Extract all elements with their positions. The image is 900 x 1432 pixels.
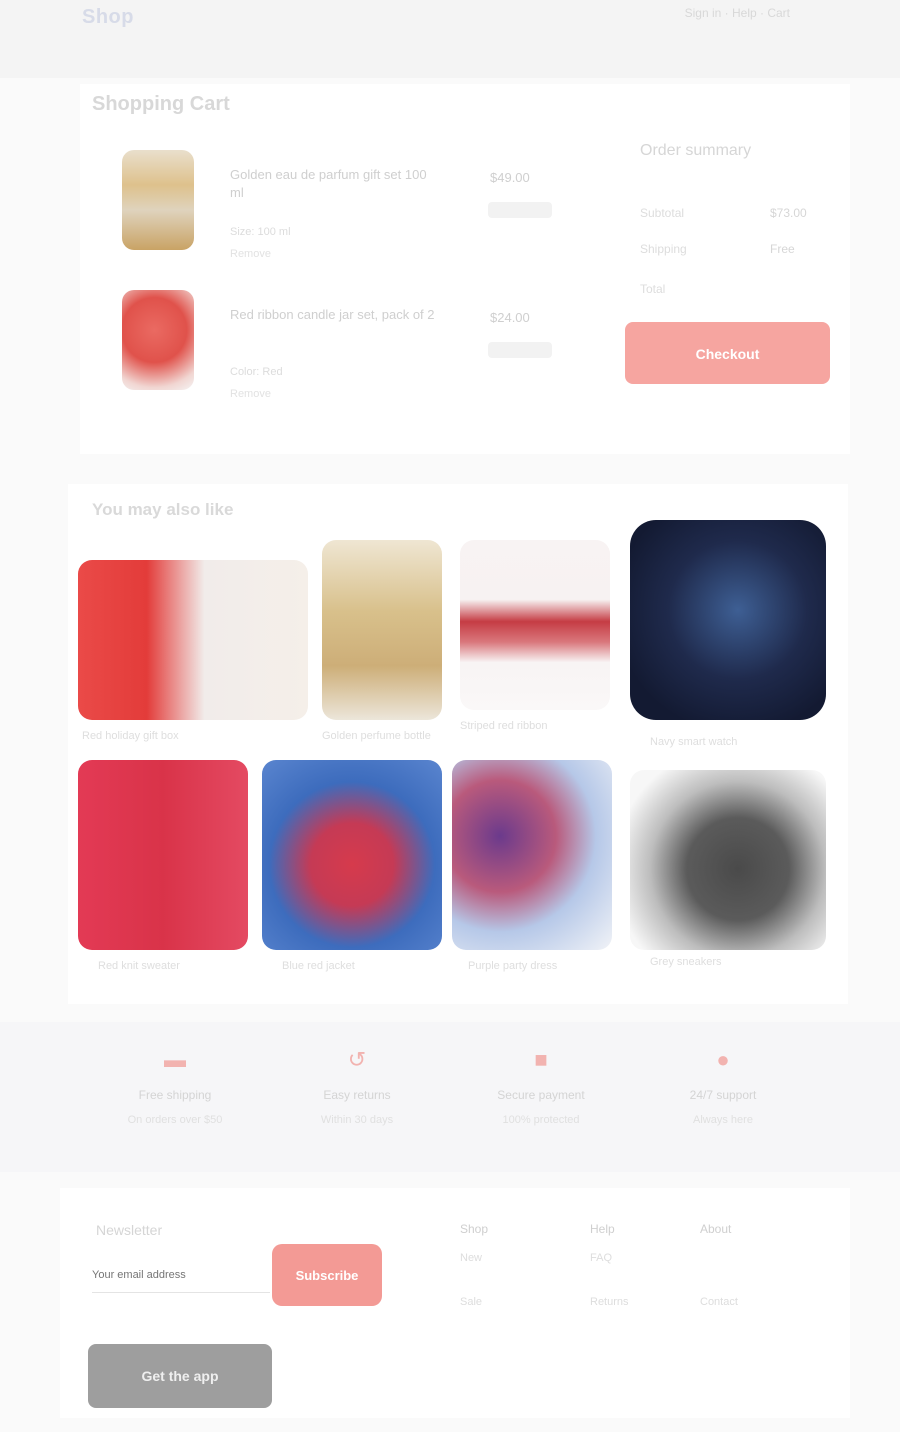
footer-column-title: Help <box>590 1222 615 1236</box>
feature-title: Secure payment <box>497 1088 585 1102</box>
cart-title: Shopping Cart <box>92 93 230 115</box>
subtotal-value: $73.00 <box>770 206 807 220</box>
newsletter-title: Newsletter <box>96 1222 163 1238</box>
product-card[interactable]: Blue red jacket <box>262 760 442 972</box>
feature-shipping: ▬ Free shipping On orders over $50 <box>110 1040 240 1150</box>
product-image[interactable] <box>78 560 308 720</box>
product-name[interactable]: Red knit sweater <box>98 960 180 972</box>
product-card[interactable]: Grey sneakers <box>630 770 826 968</box>
app-store-badge[interactable]: Get the app <box>88 1344 272 1408</box>
product-image[interactable] <box>460 540 610 710</box>
newsletter-email-input[interactable] <box>92 1258 270 1293</box>
product-card[interactable]: Striped red ribbon <box>460 540 610 732</box>
cart-item-name[interactable]: Golden eau de parfum gift set 100 ml <box>230 166 440 202</box>
product-card[interactable]: Red holiday gift box <box>78 560 308 742</box>
product-image[interactable] <box>452 760 612 950</box>
product-thumbnail[interactable] <box>122 290 194 390</box>
truck-icon: ▬ <box>164 1047 186 1072</box>
cart-item: Red ribbon candle jar set, pack of 2 Col… <box>110 280 560 410</box>
product-image[interactable] <box>262 760 442 950</box>
checkout-button[interactable]: Checkout <box>625 322 830 384</box>
total-label: Total <box>640 282 666 296</box>
product-image[interactable] <box>78 760 248 950</box>
shipping-label: Shipping <box>640 242 687 256</box>
header-links[interactable]: Sign in · Help · Cart <box>685 6 790 20</box>
cart-item: Golden eau de parfum gift set 100 ml Siz… <box>110 140 560 270</box>
quantity-stepper[interactable] <box>488 342 552 358</box>
return-icon: ↺ <box>347 1047 367 1072</box>
feature-secure: ■ Secure payment 100% protected <box>476 1040 606 1150</box>
feature-title: 24/7 support <box>689 1088 757 1102</box>
remove-item-link[interactable]: Remove <box>230 248 271 260</box>
product-name[interactable]: Grey sneakers <box>650 956 722 968</box>
shipping-value: Free <box>770 242 795 256</box>
feature-subtitle: 100% protected <box>502 1114 580 1126</box>
subscribe-button[interactable]: Subscribe <box>272 1244 382 1306</box>
feature-subtitle: Always here <box>693 1114 753 1126</box>
feature-support: ● 24/7 support Always here <box>658 1040 788 1150</box>
footer-column-title: About <box>700 1222 732 1236</box>
feature-subtitle: On orders over $50 <box>127 1114 223 1126</box>
footer-link[interactable]: Contact <box>700 1296 738 1308</box>
footer-column-title: Shop <box>460 1222 489 1236</box>
product-name[interactable]: Navy smart watch <box>650 736 737 748</box>
footer-link[interactable]: Returns <box>590 1296 629 1308</box>
feature-title: Free shipping <box>138 1088 212 1102</box>
product-card[interactable]: Navy smart watch <box>630 520 826 748</box>
product-name[interactable]: Purple party dress <box>468 960 557 972</box>
product-card[interactable]: Red knit sweater <box>78 760 248 972</box>
logo[interactable]: Shop <box>82 6 134 29</box>
recommendations-title: You may also like <box>92 500 234 519</box>
feature-subtitle: Within 30 days <box>320 1114 394 1126</box>
feature-title: Easy returns <box>323 1088 391 1102</box>
product-name[interactable]: Blue red jacket <box>282 960 355 972</box>
product-card[interactable]: Golden perfume bottle <box>322 540 442 742</box>
order-summary-title: Order summary <box>640 142 752 159</box>
product-image[interactable] <box>322 540 442 720</box>
footer-link[interactable]: Sale <box>460 1296 482 1308</box>
feature-returns: ↺ Easy returns Within 30 days <box>292 1040 422 1150</box>
quantity-stepper[interactable] <box>488 202 552 218</box>
product-card[interactable]: Purple party dress <box>452 760 612 972</box>
subtotal-label: Subtotal <box>640 206 685 220</box>
product-thumbnail[interactable] <box>122 150 194 250</box>
product-image[interactable] <box>630 520 826 720</box>
product-name[interactable]: Red holiday gift box <box>82 730 179 742</box>
cart-item-price: $24.00 <box>490 310 530 325</box>
product-name[interactable]: Striped red ribbon <box>460 720 547 732</box>
product-name[interactable]: Golden perfume bottle <box>322 730 431 742</box>
remove-item-link[interactable]: Remove <box>230 388 271 400</box>
cart-item-name[interactable]: Red ribbon candle jar set, pack of 2 <box>230 306 440 324</box>
cart-item-variant: Size: 100 ml <box>230 226 291 238</box>
support-icon: ● <box>716 1047 730 1072</box>
lock-icon: ■ <box>534 1047 548 1072</box>
cart-item-variant: Color: Red <box>230 366 283 378</box>
cart-item-price: $49.00 <box>490 170 530 185</box>
footer-link[interactable]: FAQ <box>590 1252 612 1264</box>
product-image[interactable] <box>630 770 826 950</box>
footer-link[interactable]: New <box>460 1252 482 1264</box>
